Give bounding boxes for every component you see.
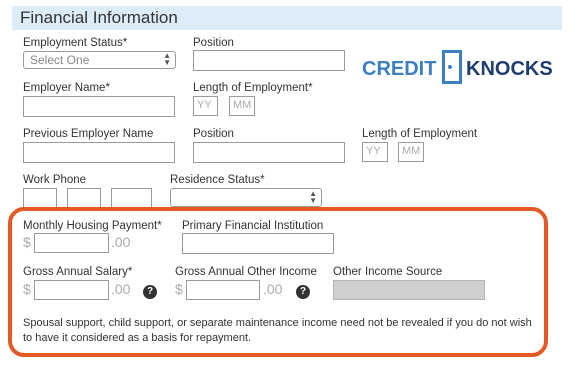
primary-institution-label: Primary Financial Institution	[182, 220, 324, 232]
length2-years-input[interactable]: YY	[362, 142, 388, 162]
help-icon[interactable]: ?	[296, 285, 310, 299]
gross-salary-label: Gross Annual Salary*	[23, 266, 133, 278]
gross-salary-cents: .00	[111, 281, 131, 297]
creditknocks-logo: CREDIT KNOCKS	[362, 50, 553, 88]
years-placeholder: YY	[197, 99, 212, 111]
section-header: Financial Information	[12, 6, 562, 30]
gross-other-label: Gross Annual Other Income	[175, 266, 317, 278]
position-label: Position	[193, 37, 234, 49]
logo-text-right: KNOCKS	[466, 58, 553, 80]
length-months-input[interactable]: MM	[229, 96, 255, 116]
months2-placeholder: MM	[402, 145, 421, 157]
gross-salary-currency: $	[23, 281, 31, 297]
gross-other-currency: $	[175, 281, 183, 297]
position-input[interactable]	[193, 50, 345, 71]
length-years-input[interactable]: YY	[193, 96, 218, 116]
other-source-label: Other Income Source	[333, 266, 443, 278]
employment-status-select[interactable]: Select One ▲ ▼	[23, 51, 176, 69]
logo-door-icon	[442, 50, 462, 84]
other-source-input[interactable]	[333, 280, 485, 300]
previous-employer-label: Previous Employer Name	[23, 128, 154, 140]
logo-text-left: CREDIT	[362, 58, 437, 80]
position2-input[interactable]	[193, 142, 345, 163]
previous-employer-input[interactable]	[23, 142, 175, 163]
months-placeholder: MM	[233, 99, 252, 111]
gross-other-cents: .00	[263, 281, 283, 297]
employer-name-input[interactable]	[23, 96, 175, 117]
residence-status-label: Residence Status*	[170, 174, 265, 186]
employment-status-value: Select One	[30, 53, 90, 67]
disclaimer-text: Spousal support, child support, or separ…	[23, 317, 532, 344]
monthly-housing-cents: .00	[111, 234, 131, 250]
select-arrows-icon: ▲ ▼	[309, 189, 317, 205]
help-icon[interactable]: ?	[143, 285, 157, 299]
work-phone-label: Work Phone	[23, 174, 87, 186]
section-title: Financial Information	[20, 8, 178, 27]
gross-other-input[interactable]	[186, 280, 260, 300]
employment-status-label: Employment Status*	[23, 37, 128, 49]
monthly-housing-currency: $	[23, 234, 31, 250]
monthly-housing-label: Monthly Housing Payment*	[23, 220, 162, 232]
gross-salary-input[interactable]	[34, 280, 109, 300]
select-arrows-icon: ▲ ▼	[163, 51, 171, 67]
position2-label: Position	[193, 128, 234, 140]
primary-institution-input[interactable]	[182, 233, 334, 254]
residence-status-select[interactable]: ▲ ▼	[170, 188, 322, 207]
length2-months-input[interactable]: MM	[398, 142, 424, 162]
length-employment-label: Length of Employment*	[193, 82, 313, 94]
employer-name-label: Employer Name*	[23, 82, 110, 94]
length-employment2-label: Length of Employment	[362, 128, 478, 140]
monthly-housing-input[interactable]	[34, 233, 109, 253]
years2-placeholder: YY	[366, 145, 381, 157]
